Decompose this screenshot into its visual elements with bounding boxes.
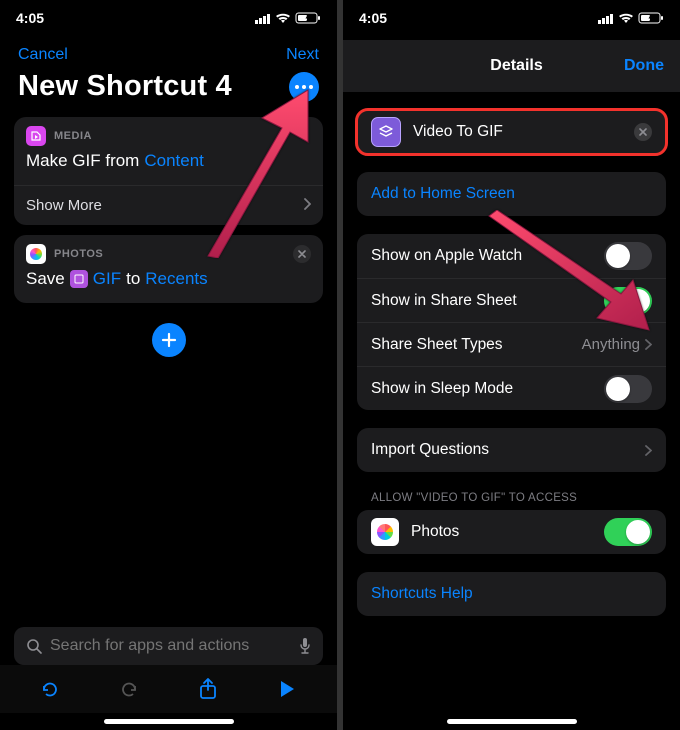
more-button[interactable] (289, 72, 319, 102)
action-variable[interactable]: Recents (145, 269, 207, 289)
header-title: Details (490, 57, 542, 75)
action-text: Make GIF from (26, 151, 139, 171)
add-action-button[interactable] (152, 323, 186, 357)
search-input[interactable] (50, 637, 291, 655)
photos-icon (26, 244, 46, 264)
mic-icon[interactable] (299, 637, 311, 655)
photos-app-icon (371, 518, 399, 546)
redo-button[interactable] (115, 675, 143, 703)
share-sheet-toggle[interactable] (604, 287, 652, 315)
action-card-media[interactable]: MEDIA Make GIF from Content Show More (14, 117, 323, 225)
display-options-group: Show on Apple Watch Show in Share Sheet … (357, 234, 666, 410)
row-label: Import Questions (371, 441, 489, 459)
run-button[interactable] (273, 675, 301, 703)
show-in-share-sheet-row[interactable]: Show in Share Sheet (357, 278, 666, 322)
right-screenshot: 4:05 Details Done Video To GIF (343, 0, 680, 730)
signal-icon (255, 13, 271, 24)
add-home-group: Add to Home Screen (357, 172, 666, 216)
help-group: Shortcuts Help (357, 572, 666, 616)
action-card-photos[interactable]: PHOTOS Save GIF to Recents (14, 235, 323, 303)
close-icon[interactable] (293, 245, 311, 263)
row-value: Anything (582, 336, 640, 353)
card-category: MEDIA (54, 130, 92, 142)
access-group: Photos (357, 510, 666, 554)
row-label: Photos (411, 523, 459, 541)
clear-name-button[interactable] (634, 123, 652, 141)
show-more-label: Show More (26, 197, 102, 214)
done-button[interactable]: Done (624, 57, 664, 75)
action-variable[interactable]: Content (144, 151, 204, 171)
card-category: PHOTOS (54, 248, 103, 260)
watch-toggle[interactable] (604, 242, 652, 270)
status-time: 4:05 (359, 10, 387, 26)
home-indicator (104, 719, 234, 724)
add-home-label: Add to Home Screen (371, 185, 515, 203)
status-bar: 4:05 (343, 0, 680, 30)
photos-access-row[interactable]: Photos (357, 510, 666, 554)
row-label: Share Sheet Types (371, 336, 503, 354)
status-icons (598, 12, 664, 24)
undo-button[interactable] (36, 675, 64, 703)
show-on-watch-row[interactable]: Show on Apple Watch (357, 234, 666, 278)
home-indicator (447, 719, 577, 724)
shortcuts-help-row[interactable]: Shortcuts Help (357, 572, 666, 616)
wifi-icon (275, 12, 291, 24)
row-label: Show in Share Sheet (371, 292, 517, 310)
page-title: New Shortcut 4 (18, 70, 232, 103)
row-label: Show in Sleep Mode (371, 380, 513, 398)
details-content: Video To GIF Add to Home Screen Show on … (343, 92, 680, 713)
cancel-button[interactable]: Cancel (18, 46, 68, 64)
access-section-label: ALLOW "VIDEO TO GIF" TO ACCESS (343, 472, 680, 508)
left-screenshot: 4:05 Cancel Next New Shortcut 4 MEDIA Ma… (0, 0, 337, 730)
shortcut-name-row[interactable]: Video To GIF (357, 110, 666, 154)
search-bar[interactable] (14, 627, 323, 665)
search-icon (26, 638, 42, 654)
show-more-row[interactable]: Show More (14, 185, 323, 225)
status-time: 4:05 (16, 10, 44, 26)
shortcut-icon[interactable] (371, 117, 401, 147)
photos-toggle[interactable] (604, 518, 652, 546)
sleep-toggle[interactable] (604, 375, 652, 403)
share-button[interactable] (194, 675, 222, 703)
import-questions-row[interactable]: Import Questions (357, 428, 666, 472)
gif-token-icon (70, 270, 88, 288)
details-header: Details Done (343, 40, 680, 92)
wifi-icon (618, 12, 634, 24)
battery-icon (638, 12, 664, 24)
shortcut-name[interactable]: Video To GIF (413, 123, 503, 141)
media-icon (26, 126, 46, 146)
share-sheet-types-row[interactable]: Share Sheet Types Anything (357, 322, 666, 366)
title-row: New Shortcut 4 (0, 68, 337, 117)
nav-row: Cancel Next (0, 30, 337, 68)
action-variable[interactable]: GIF (93, 269, 121, 289)
action-text: to (126, 269, 140, 289)
status-bar: 4:05 (0, 0, 337, 30)
status-icons (255, 12, 321, 24)
bottom-toolbar (0, 665, 337, 713)
battery-icon (295, 12, 321, 24)
shortcut-name-group: Video To GIF (357, 110, 666, 154)
next-button[interactable]: Next (286, 46, 319, 64)
show-in-sleep-mode-row[interactable]: Show in Sleep Mode (357, 366, 666, 410)
row-label: Shortcuts Help (371, 585, 473, 603)
add-to-home-screen[interactable]: Add to Home Screen (357, 172, 666, 216)
action-text: Save (26, 269, 65, 289)
signal-icon (598, 13, 614, 24)
chevron-right-icon (645, 445, 652, 456)
import-group: Import Questions (357, 428, 666, 472)
chevron-right-icon (645, 339, 652, 350)
row-label: Show on Apple Watch (371, 247, 522, 265)
chevron-right-icon (303, 197, 311, 214)
